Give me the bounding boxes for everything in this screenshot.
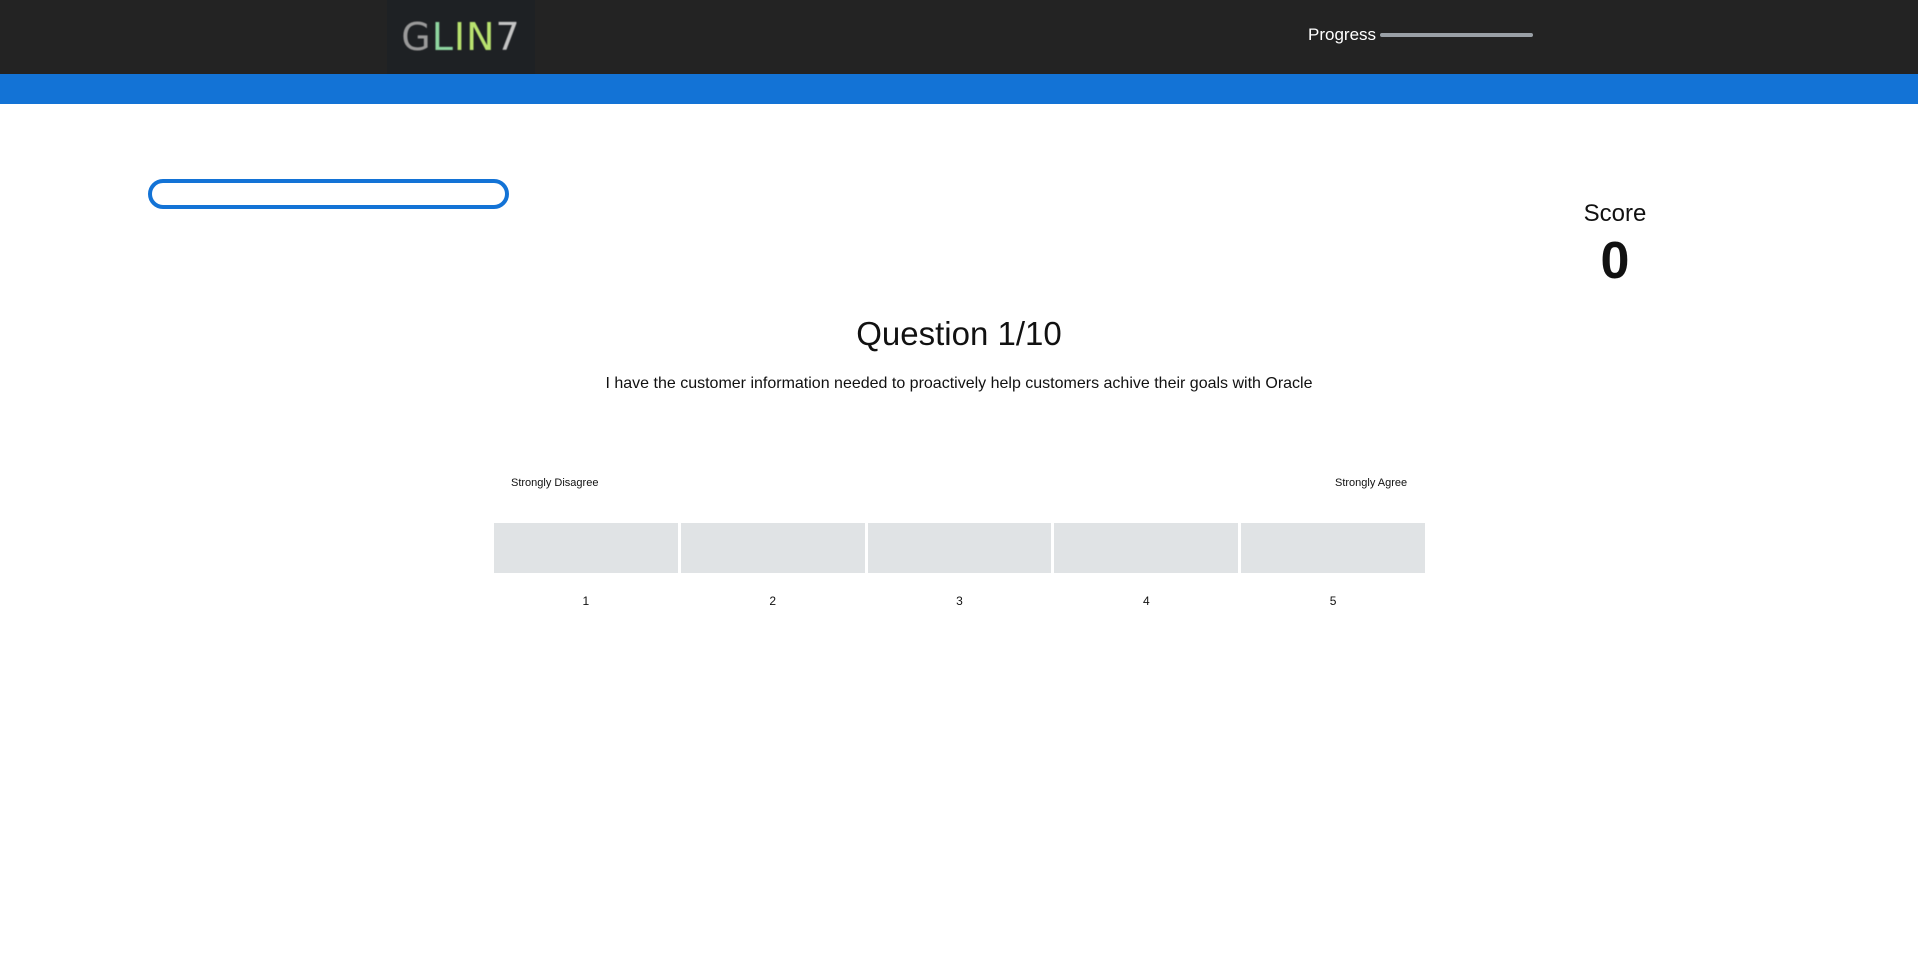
- option-number-3: 3: [956, 594, 963, 608]
- score-panel: Score 0: [1556, 198, 1674, 290]
- name-input[interactable]: [148, 179, 509, 209]
- glint-logo: GLIN7: [387, 0, 535, 74]
- logo-letter-t: 7: [495, 15, 521, 59]
- scale-min-label: Strongly Disagree: [511, 477, 599, 489]
- option-button-2[interactable]: [680, 523, 865, 573]
- option-number-2: 2: [769, 594, 777, 608]
- option-number-4: 4: [1142, 594, 1150, 608]
- option-number-1: 1: [582, 594, 590, 608]
- question-text: I have the customer information needed t…: [605, 375, 1313, 392]
- logo-letters-in: IN: [453, 15, 496, 59]
- logo-text: GLIN7: [401, 18, 520, 56]
- score-value: 0: [1600, 232, 1630, 290]
- option-button-4[interactable]: [1054, 523, 1239, 573]
- option-button-5[interactable]: [1241, 523, 1425, 573]
- option-button-1[interactable]: [494, 523, 678, 573]
- option-number-5: 5: [1329, 594, 1337, 608]
- top-navbar: GLIN7 Progress: [0, 0, 1918, 74]
- question-title: Question 1/10: [856, 315, 1062, 352]
- progress-label: Progress: [1308, 25, 1377, 44]
- logo-letter-g: G: [401, 15, 432, 59]
- scale-max-label: Strongly Agree: [1335, 477, 1408, 489]
- score-label: Score: [1583, 200, 1647, 227]
- likert-option-numbers: 1 2 3 4 5: [494, 594, 1425, 608]
- progress-indicator: Progress: [1308, 24, 1534, 46]
- header-accent-band: [0, 74, 1918, 104]
- likert-options: [494, 523, 1425, 573]
- option-button-3[interactable]: [867, 523, 1052, 573]
- progress-bar: [1380, 33, 1534, 37]
- logo-letter-l: L: [431, 15, 454, 59]
